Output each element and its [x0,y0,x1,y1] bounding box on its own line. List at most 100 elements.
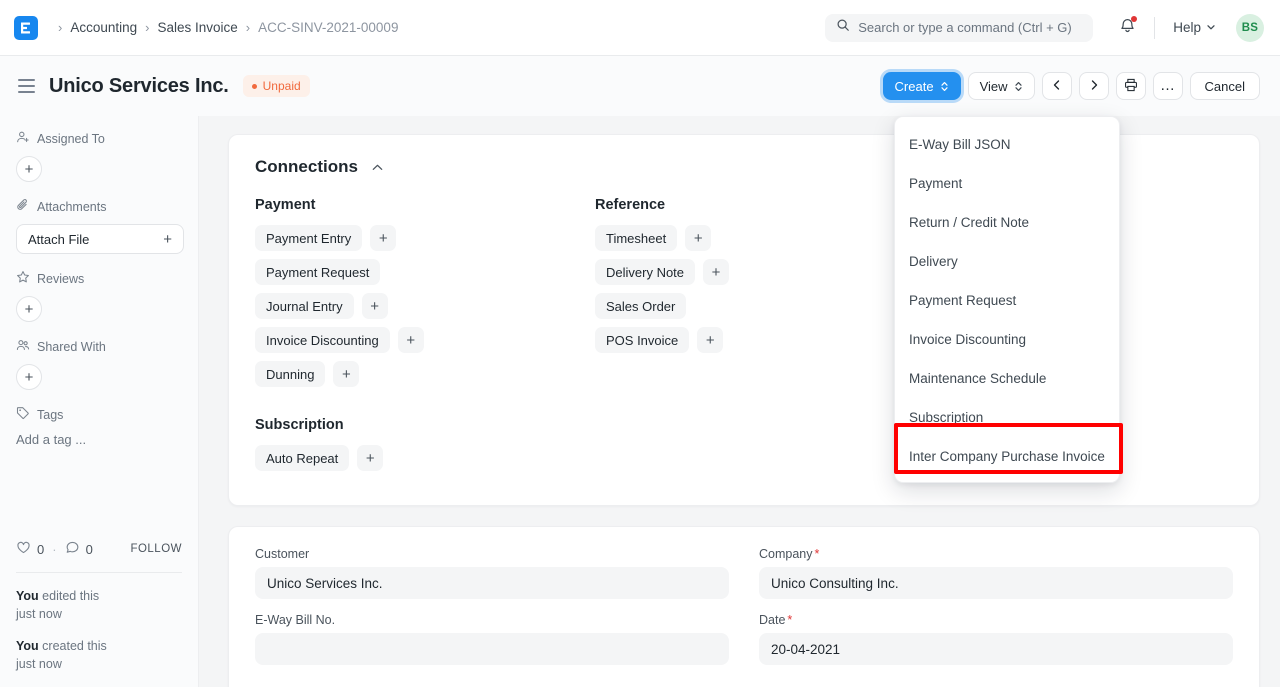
menu-item-subscription[interactable]: Subscription [895,398,1119,437]
sidebar-label-assigned-to: Assigned To [16,130,182,147]
breadcrumb-separator: › [58,21,62,34]
connection-link-row: Delivery Note + [595,259,935,285]
link-sales-order[interactable]: Sales Order [595,293,686,319]
field-label-customer: Customer [255,547,729,561]
sidebar-label-attachments: Attachments [16,198,182,215]
print-button[interactable] [1116,72,1146,100]
notifications-button[interactable] [1119,17,1136,39]
add-auto-repeat-button[interactable]: + [357,445,383,471]
top-navbar: › Accounting › Sales Invoice › ACC-SINV-… [0,0,1280,56]
previous-document-button[interactable] [1042,72,1072,100]
breadcrumb-item-sales-invoice[interactable]: Sales Invoice [157,20,237,35]
field-customer: Customer [255,547,729,599]
invoice-details-card: Customer E-Way Bill No. Company* [228,526,1260,687]
sidebar-section-assigned-to: Assigned To + [16,130,182,182]
sidebar-group-label: Attachments [37,200,106,214]
chevron-updown-icon [940,80,949,93]
chevron-right-icon [1088,79,1100,94]
add-timesheet-button[interactable]: + [685,225,711,251]
menu-item-maintenance-schedule[interactable]: Maintenance Schedule [895,359,1119,398]
field-label-text: Date [759,613,785,627]
field-label-date: Date* [759,613,1233,627]
date-input[interactable] [759,633,1233,665]
add-invoice-discounting-button[interactable]: + [398,327,424,353]
field-company: Company* [759,547,1233,599]
plus-icon: + [163,232,172,247]
link-journal-entry[interactable]: Journal Entry [255,293,354,319]
search-input[interactable] [858,20,1082,35]
add-payment-entry-button[interactable]: + [370,225,396,251]
app-root: › Accounting › Sales Invoice › ACC-SINV-… [0,0,1280,687]
link-payment-request[interactable]: Payment Request [255,259,380,285]
connections-column-payment: Payment Payment Entry + Payment Request … [255,197,595,395]
navbar-divider [1154,17,1155,39]
connection-link-row: Journal Entry + [255,293,595,319]
next-document-button[interactable] [1079,72,1109,100]
cancel-button[interactable]: Cancel [1190,72,1260,100]
create-button[interactable]: Create [883,72,961,100]
search-box[interactable] [825,14,1093,42]
activity-actor: You [16,639,39,653]
connection-link-row: Timesheet + [595,225,935,251]
add-pos-invoice-button[interactable]: + [697,327,723,353]
menu-item-inter-company-purchase-invoice[interactable]: Inter Company Purchase Invoice [895,437,1119,476]
follow-button[interactable]: FOLLOW [130,543,182,555]
activity-actor: You [16,589,39,603]
link-dunning[interactable]: Dunning [255,361,325,387]
connections-group-heading: Reference [595,197,935,213]
sidebar-section-tags: Tags Add a tag ... [16,406,182,447]
connections-column-reference: Reference Timesheet + Delivery Note + Sa… [595,197,935,395]
link-delivery-note[interactable]: Delivery Note [595,259,695,285]
menu-item-delivery[interactable]: Delivery [895,242,1119,281]
view-button-label: View [980,79,1008,94]
add-dunning-button[interactable]: + [333,361,359,387]
add-tag-input[interactable]: Add a tag ... [16,432,182,447]
avatar[interactable]: BS [1236,14,1264,42]
heart-icon[interactable] [16,540,31,558]
link-pos-invoice[interactable]: POS Invoice [595,327,689,353]
form-column-right: Company* Date* [759,547,1233,679]
hamburger-icon[interactable] [16,75,37,96]
add-review-button[interactable]: + [16,296,42,322]
field-date: Date* [759,613,1233,665]
add-delivery-note-button[interactable]: + [703,259,729,285]
menu-item-return-credit-note[interactable]: Return / Credit Note [895,203,1119,242]
help-label: Help [1173,20,1201,35]
add-journal-entry-button[interactable]: + [362,293,388,319]
sidebar-group-label: Reviews [37,272,84,286]
link-invoice-discounting[interactable]: Invoice Discounting [255,327,390,353]
paperclip-icon [16,198,30,215]
breadcrumb: › Accounting › Sales Invoice › ACC-SINV-… [50,20,398,35]
activity-time: just now [16,607,62,621]
link-auto-repeat[interactable]: Auto Repeat [255,445,349,471]
required-indicator: * [787,613,792,627]
more-actions-button[interactable]: … [1153,72,1183,100]
form-grid: Customer E-Way Bill No. Company* [255,547,1233,679]
sidebar-section-reviews: Reviews + [16,270,182,322]
attach-file-label: Attach File [28,232,89,247]
add-assignment-button[interactable]: + [16,156,42,182]
comment-icon[interactable] [65,540,80,558]
view-button[interactable]: View [968,72,1035,100]
menu-item-payment[interactable]: Payment [895,164,1119,203]
customer-input[interactable] [255,567,729,599]
like-count: 0 [37,542,44,557]
sidebar-section-attachments: Attachments Attach File + [16,198,182,254]
help-menu-button[interactable]: Help [1173,20,1216,35]
chevron-up-icon[interactable] [371,161,384,174]
menu-item-invoice-discounting[interactable]: Invoice Discounting [895,320,1119,359]
attach-file-button[interactable]: Attach File + [16,224,184,254]
connections-title: Connections [255,157,358,177]
activity-item: You edited this just now [16,587,182,623]
breadcrumb-item-accounting[interactable]: Accounting [70,20,137,35]
link-timesheet[interactable]: Timesheet [595,225,677,251]
company-input[interactable] [759,567,1233,599]
link-payment-entry[interactable]: Payment Entry [255,225,362,251]
menu-item-eway-bill-json[interactable]: E-Way Bill JSON [895,125,1119,164]
eway-bill-no-input[interactable] [255,633,729,665]
sidebar-label-shared-with: Shared With [16,338,182,355]
add-share-button[interactable]: + [16,364,42,390]
printer-icon [1124,78,1138,95]
menu-item-payment-request[interactable]: Payment Request [895,281,1119,320]
erpnext-logo-icon[interactable] [14,16,38,40]
